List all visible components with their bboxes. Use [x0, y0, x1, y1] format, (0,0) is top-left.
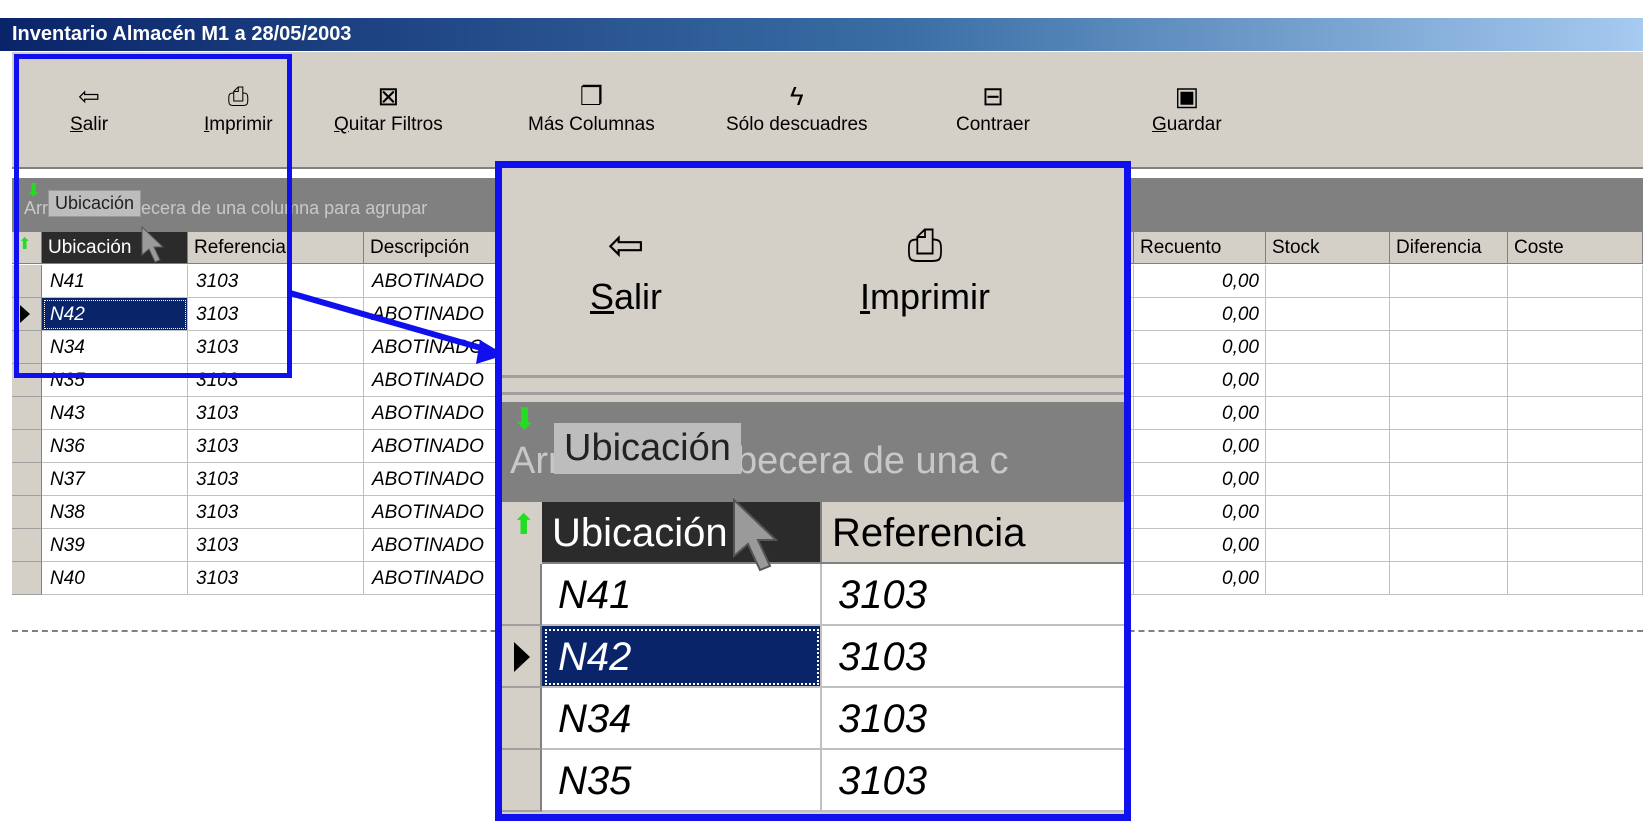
zoomed-view: ⇦ Salir ⎙ Imprimir ⬇ Arrastre la cabecera d…: [495, 161, 1131, 821]
zoom-toolbar-button-label: Imprimir: [860, 276, 990, 317]
zoom-table-row: N42 3103: [502, 626, 1124, 688]
zoom-toolbar-button-mprimir: ⎙ Imprimir: [860, 216, 990, 318]
zoom-row-indicator: [502, 688, 542, 750]
sort-up-arrow-icon: ⬆: [18, 236, 32, 253]
zoom-sort-down-arrow-icon: ⬇: [512, 403, 538, 436]
zoom-toolbar-separator: [502, 375, 1124, 395]
zoom-toolbar-button-alir: ⇦ Salir: [590, 216, 662, 318]
zoom-exit-door-icon: ⇦: [607, 221, 645, 270]
zoom-cell-referencia: 3103: [822, 564, 1124, 626]
zoom-current-row-pointer-icon: [514, 642, 530, 672]
zoom-cell-ubicacion: N34: [542, 688, 822, 750]
zoom-row-indicator: [502, 750, 542, 812]
mouse-cursor-icon: [141, 225, 165, 263]
zoom-column-header-1: Referencia: [822, 502, 1124, 564]
zoom-sort-up-arrow-icon: ⬆: [512, 509, 536, 540]
zoom-cell-referencia: 3103: [822, 626, 1124, 688]
zoom-cell-ubicacion: N42: [542, 626, 822, 688]
zoom-cell-ubicacion: N35: [542, 750, 822, 812]
zoom-cell-referencia: 3103: [822, 688, 1124, 750]
zoom-row-indicator: [502, 564, 542, 626]
zoom-printer-icon: ⎙: [907, 221, 943, 270]
zoom-table-row: N35 3103: [502, 750, 1124, 812]
zoom-cell-referencia: 3103: [822, 750, 1124, 812]
zoom-toolbar-button-label: Salir: [590, 276, 663, 317]
zoom-table-row: N34 3103: [502, 688, 1124, 750]
zoom-mouse-cursor-icon: [733, 498, 779, 572]
zoom-row-indicator: [502, 626, 542, 688]
zoom-dragged-column-chip: Ubicación: [554, 423, 741, 474]
zoom-table-row: N41 3103: [502, 564, 1124, 626]
